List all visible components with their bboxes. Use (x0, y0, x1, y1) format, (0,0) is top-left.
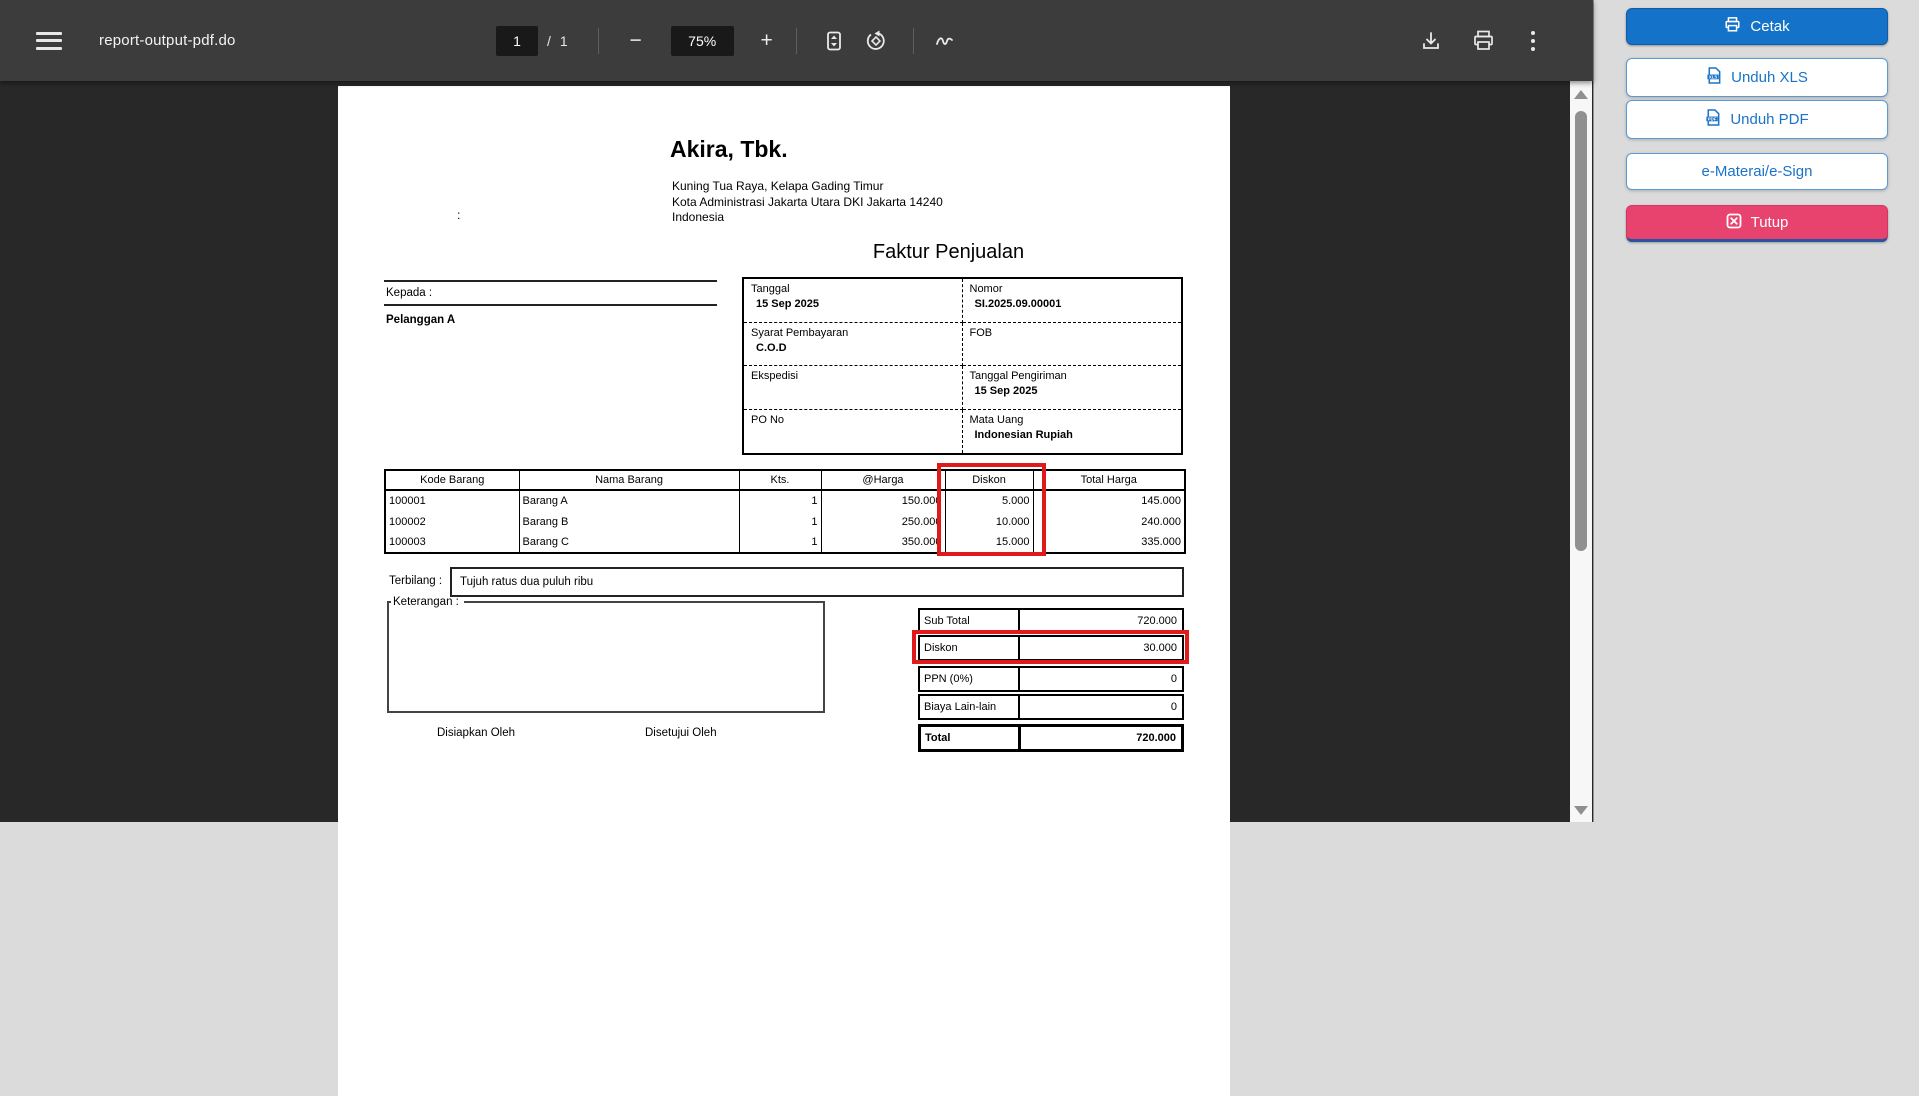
info-cell-ekspedisi: Ekspedisi (744, 366, 963, 410)
invoice-info-grid: Tanggal 15 Sep 2025 Nomor SI.2025.09.000… (742, 277, 1183, 455)
scroll-down-arrow-icon[interactable] (1574, 806, 1588, 815)
items-header-row: Kode Barang Nama Barang Kts. @Harga Disk… (384, 469, 1186, 491)
signature-label-disiapkan: Disiapkan Oleh (437, 727, 515, 739)
items-table: Kode Barang Nama Barang Kts. @Harga Disk… (384, 469, 1186, 554)
table-row: 100003 Barang C 1 350.000 15.000 335.000 (384, 532, 1186, 553)
biaya-lain-row: Biaya Lain-lain 0 (918, 694, 1184, 720)
info-cell-tanggal: Tanggal 15 Sep 2025 (744, 279, 963, 323)
table-row: 100001 Barang A 1 150.000 5.000 145.000 (384, 490, 1186, 511)
print-icon[interactable] (1472, 29, 1495, 52)
action-sidebar: Cetak XLS Unduh XLS PDF Unduh PDF e-Mate… (1593, 0, 1919, 822)
total-row: Total 720.000 (918, 724, 1184, 752)
fit-to-page-icon[interactable] (823, 30, 845, 52)
terbilang-label: Terbilang : (389, 575, 443, 587)
scroll-up-arrow-icon[interactable] (1574, 90, 1588, 99)
empty-field-colon: : (457, 208, 461, 222)
file-pdf-icon: PDF (1705, 109, 1721, 130)
company-name: Akira, Tbk. (670, 136, 788, 162)
info-cell-mata-uang: Mata Uang Indonesian Rupiah (969, 413, 1073, 441)
rotate-icon[interactable] (865, 30, 887, 52)
keterangan-box: Keterangan : (387, 596, 825, 713)
document-title: report-output-pdf.do (99, 32, 236, 49)
table-row: 100002 Barang B 1 250.000 10.000 240.000 (384, 511, 1186, 532)
zoom-in-button[interactable]: + (756, 29, 778, 53)
menu-icon[interactable] (36, 31, 62, 50)
signature-label-disetujui: Disetujui Oleh (645, 727, 717, 739)
kepada-block: Kepada : Pelanggan A (384, 280, 717, 326)
scrollbar-thumb[interactable] (1575, 111, 1587, 551)
col-header: Kts. (738, 469, 822, 491)
draw-annotation-icon[interactable] (934, 30, 956, 52)
zoom-out-button[interactable]: − (625, 29, 647, 53)
close-box-icon (1726, 213, 1742, 233)
printer-icon (1724, 16, 1741, 37)
col-header: Nama Barang (518, 469, 740, 491)
tutup-button[interactable]: Tutup (1626, 205, 1888, 242)
e-materai-e-sign-button[interactable]: e-Materai/e-Sign (1626, 153, 1888, 190)
ppn-row: PPN (0%) 0 (918, 666, 1184, 692)
unduh-pdf-button[interactable]: PDF Unduh PDF (1626, 100, 1888, 139)
toolbar-divider (795, 27, 797, 54)
info-cell-po-no: PO No (744, 409, 963, 453)
page-number-input[interactable]: 1 (496, 25, 538, 56)
address-line: Kota Administrasi Jakarta Utara DKI Jaka… (672, 194, 943, 209)
company-address: Kuning Tua Raya, Kelapa Gading Timur Kot… (672, 179, 943, 226)
info-cell-tanggal-pengiriman: Tanggal Pengiriman 15 Sep 2025 (962, 366, 1181, 410)
more-options-icon[interactable] (1525, 29, 1541, 53)
col-header: @Harga (820, 469, 946, 491)
svg-text:XLS: XLS (1709, 75, 1718, 80)
col-header: Kode Barang (384, 469, 520, 491)
address-line: Indonesia (672, 210, 725, 224)
customer-name: Pelanggan A (386, 314, 456, 326)
download-icon[interactable] (1420, 30, 1442, 52)
kepada-label: Kepada : (386, 287, 433, 299)
unduh-xls-button[interactable]: XLS Unduh XLS (1626, 58, 1888, 97)
keterangan-label: Keterangan : (393, 596, 459, 608)
info-cell-fob: FOB (962, 323, 1181, 366)
svg-text:PDF: PDF (1708, 117, 1717, 122)
invoice-title: Faktur Penjualan (872, 241, 1025, 263)
toolbar-divider (912, 27, 914, 54)
page-separator: / (547, 32, 551, 49)
cetak-button[interactable]: Cetak (1626, 8, 1888, 45)
terbilang-value-box: Tujuh ratus dua puluh ribu (450, 567, 1184, 597)
pdf-toolbar: report-output-pdf.do 1 / 1 − 75% + (0, 0, 1593, 81)
address-line: Kuning Tua Raya, Kelapa Gading Timur (672, 179, 884, 193)
page-total: 1 (559, 32, 568, 49)
diskon-total-highlight (912, 630, 1189, 664)
vertical-scrollbar[interactable] (1570, 81, 1592, 822)
info-cell-syarat-pembayaran: Syarat Pembayaran C.O.D (744, 322, 963, 366)
info-cell-nomor: Nomor SI.2025.09.00001 (962, 279, 1181, 323)
col-header: Total Harga (1032, 469, 1186, 491)
pdf-viewer: report-output-pdf.do 1 / 1 − 75% + Akira… (0, 0, 1593, 1096)
file-xls-icon: XLS (1706, 67, 1722, 88)
toolbar-divider (597, 27, 599, 54)
invoice-page: Akira, Tbk. Kuning Tua Raya, Kelapa Gadi… (338, 86, 1230, 1096)
diskon-column-highlight (937, 463, 1046, 556)
zoom-level-input[interactable]: 75% (670, 25, 734, 56)
